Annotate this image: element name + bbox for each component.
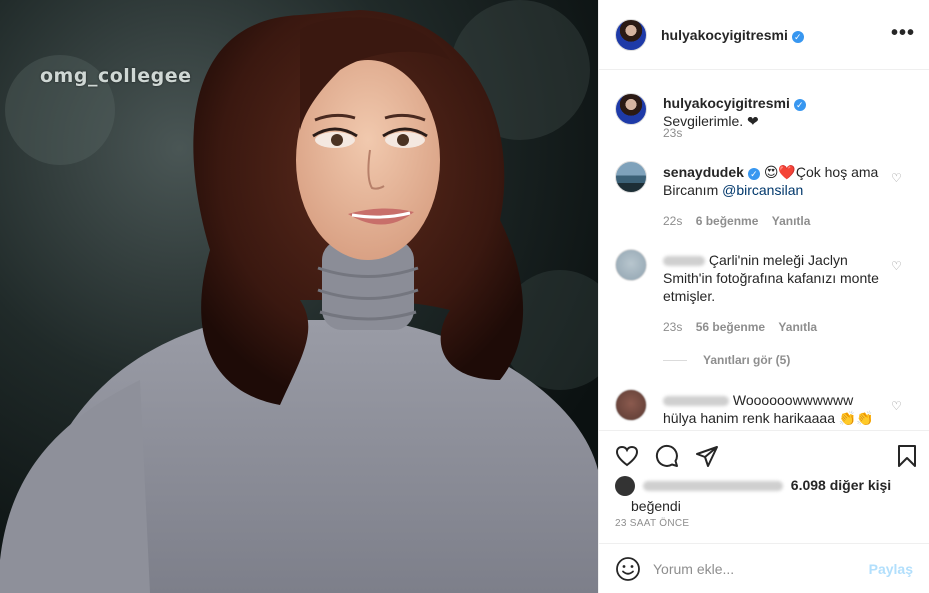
like-comment-heart-icon[interactable]: ♡ [891, 259, 905, 273]
verified-badge-icon: ✓ [793, 99, 806, 111]
caption-avatar[interactable] [615, 93, 647, 125]
comment-bubble-icon[interactable] [655, 444, 679, 468]
portrait-image [0, 0, 598, 593]
photo-watermark: omg_collegee [40, 65, 192, 87]
commenter-avatar[interactable] [615, 161, 647, 193]
commenter-username-blurred[interactable] [663, 396, 729, 407]
caption-meta: 23s [663, 126, 692, 140]
like-comment-heart-icon[interactable]: ♡ [891, 171, 905, 185]
instagram-post: omg_collegee hulyakocyigitresmi ✓ ••• hul… [0, 0, 929, 593]
comment-time[interactable]: 22s [663, 214, 682, 228]
post-photo[interactable]: omg_collegee [0, 0, 598, 593]
commenter-avatar[interactable] [615, 389, 647, 421]
verified-badge-icon: ✓ [747, 168, 760, 180]
commenter-username[interactable]: senaydudek ✓ [663, 164, 760, 180]
comment-likes[interactable]: 56 beğenme [696, 320, 765, 334]
like-comment-heart-icon[interactable]: ♡ [891, 399, 905, 413]
commenter-username-blurred[interactable] [663, 256, 705, 267]
like-heart-icon[interactable] [615, 444, 639, 468]
likes-summary: 6.098 diğer kişi beğendi [615, 475, 913, 516]
emoji-smiley-icon[interactable] [615, 556, 641, 582]
commenter-avatar[interactable] [615, 249, 647, 281]
caption-time[interactable]: 23s [663, 126, 682, 140]
likes-count[interactable]: 6.098 diğer kişi [791, 477, 891, 493]
caption-username[interactable]: hulyakocyigitresmi ✓ [663, 95, 806, 111]
post-header: hulyakocyigitresmi ✓ ••• [599, 0, 929, 70]
post-timestamp[interactable]: 23 SAAT ÖNCE [615, 518, 689, 529]
comment-meta: 22s 6 beğenme Yanıtla [663, 214, 820, 228]
likes-suffix: beğendi [631, 498, 681, 515]
comment-time[interactable]: 23s [663, 320, 682, 334]
liker-avatar[interactable] [615, 476, 635, 497]
post-comment-button[interactable]: Paylaş [869, 561, 913, 577]
author-username[interactable]: hulyakocyigitresmi ✓ [661, 27, 804, 43]
comment-meta: 23s 56 beğenme Yanıtla [663, 320, 827, 334]
author-avatar[interactable] [615, 18, 647, 51]
more-options-icon[interactable]: ••• [891, 22, 915, 45]
share-paper-plane-icon[interactable] [695, 444, 719, 468]
add-comment-bar: Paylaş [599, 543, 929, 593]
replies-divider [663, 360, 687, 362]
post-actions [599, 430, 929, 476]
reply-button[interactable]: Yanıtla [778, 320, 817, 334]
liker-username-blurred[interactable] [642, 481, 783, 492]
verified-badge-icon: ✓ [791, 30, 804, 43]
comment-likes[interactable]: 6 beğenme [696, 214, 759, 228]
reply-button[interactable]: Yanıtla [772, 214, 811, 228]
comment-mention-link[interactable]: @bircansilan [722, 182, 803, 198]
save-bookmark-icon[interactable] [895, 444, 919, 468]
post-side-panel: hulyakocyigitresmi ✓ ••• hulyakocyigitres… [598, 0, 929, 593]
comment-input[interactable] [653, 560, 869, 577]
comments-list[interactable]: hulyakocyigitresmi ✓ Sevgilerimle. ❤ 23s … [599, 71, 929, 429]
view-replies-button[interactable]: Yanıtları gör (5) [663, 353, 790, 367]
